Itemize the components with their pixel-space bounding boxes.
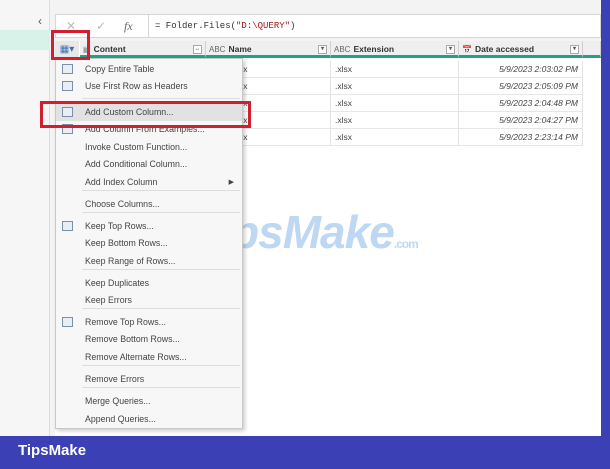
cell-date-accessed[interactable]: 5/9/2023 2:04:48 PM — [459, 95, 583, 112]
selected-query[interactable] — [0, 30, 50, 50]
menu-item-keep-bottom-rows[interactable]: Keep Bottom Rows... — [56, 235, 242, 252]
submenu-arrow-icon: ▶ — [228, 179, 234, 186]
column-label: Date accessed — [474, 44, 535, 54]
highlight-table-button — [51, 30, 90, 60]
menu-item-label: Copy Entire Table — [85, 64, 155, 74]
cell-extension[interactable]: .xlsx — [331, 112, 459, 129]
cell-name[interactable]: sx — [235, 78, 331, 95]
column-label: Name — [228, 44, 252, 54]
text-type-icon: ABC — [334, 45, 351, 54]
menu-item-label: Keep Errors — [85, 295, 132, 305]
queries-pane: ‹ — [0, 0, 50, 436]
collapse-pane-icon[interactable]: ‹ — [38, 14, 42, 28]
menu-item-add-index-column[interactable]: Add Index Column ▶ — [56, 174, 242, 191]
column-header-next[interactable] — [583, 41, 601, 58]
footer-brand: TipsMake — [18, 442, 87, 459]
cell-extension[interactable]: .xlsx — [331, 129, 459, 146]
menu-item-merge-queries[interactable]: Merge Queries... — [56, 393, 242, 410]
formula-input[interactable]: = Folder.Files("D:\QUERY") — [148, 15, 600, 37]
cell-extension[interactable]: .xlsx — [331, 61, 459, 78]
fx-icon[interactable]: fx — [124, 19, 133, 34]
menu-item-label: Keep Range of Rows... — [85, 256, 176, 266]
menu-item-label: Merge Queries... — [85, 396, 151, 406]
cell-name[interactable]: sx — [235, 61, 331, 78]
column-header-date-accessed[interactable]: 📅 Date accessed ▾ — [459, 41, 583, 58]
menu-item-label: Add Index Column — [85, 177, 158, 187]
formula-text: ) — [290, 21, 296, 31]
formula-string: "D:\QUERY" — [236, 21, 291, 31]
cell-extension[interactable]: .xlsx — [331, 95, 459, 112]
filter-dropdown-icon[interactable]: ▾ — [318, 45, 327, 54]
column-label: Extension — [353, 44, 395, 54]
menu-item-choose-columns[interactable]: Choose Columns... — [56, 196, 242, 213]
menu-item-label: Use First Row as Headers — [85, 81, 188, 91]
menu-item-icon — [62, 81, 73, 91]
filter-dropdown-icon[interactable]: ▾ — [570, 45, 579, 54]
menu-item-remove-bottom-rows[interactable]: Remove Bottom Rows... — [56, 331, 242, 348]
menu-item-label: Invoke Custom Function... — [85, 142, 188, 152]
cell-date-accessed[interactable]: 5/9/2023 2:04:27 PM — [459, 112, 583, 129]
filter-dropdown-icon[interactable]: ▾ — [446, 45, 455, 54]
menu-item-label: Append Queries... — [85, 414, 156, 424]
menu-item-label: Choose Columns... — [85, 199, 160, 209]
menu-item-label: Keep Duplicates — [85, 278, 150, 288]
menu-item-copy-entire-table[interactable]: Copy Entire Table — [56, 61, 242, 78]
formula-bar: ✕ ✓ fx = Folder.Files("D:\QUERY") — [55, 14, 601, 38]
menu-item-keep-top-rows[interactable]: Keep Top Rows... — [56, 218, 242, 235]
menu-item-label: Keep Bottom Rows... — [85, 238, 168, 248]
cell-name[interactable]: sx — [235, 129, 331, 146]
menu-item-icon — [62, 221, 73, 231]
column-header-content[interactable]: ▤ Content ↔ — [80, 41, 206, 58]
cell-date-accessed[interactable]: 5/9/2023 2:05:09 PM — [459, 78, 583, 95]
menu-item-invoke-custom-function[interactable]: Invoke Custom Function... — [56, 139, 242, 156]
menu-item-icon — [62, 64, 73, 74]
column-label: Content — [93, 44, 126, 54]
column-header-extension[interactable]: ABC Extension ▾ — [331, 41, 459, 58]
menu-item-append-queries[interactable]: Append Queries... — [56, 411, 242, 428]
menu-item-remove-errors[interactable]: Remove Errors — [56, 371, 242, 388]
formula-text: = Folder.Files( — [155, 21, 237, 31]
menu-item-add-conditional-column[interactable]: Add Conditional Column... — [56, 156, 242, 173]
menu-item-label: Remove Alternate Rows... — [85, 352, 187, 362]
menu-item-remove-top-rows[interactable]: Remove Top Rows... — [56, 314, 242, 331]
menu-item-label: Add Conditional Column... — [85, 159, 188, 169]
menu-separator — [82, 98, 240, 99]
menu-item-keep-range-of-rows[interactable]: Keep Range of Rows... — [56, 253, 242, 270]
cell-date-accessed[interactable]: 5/9/2023 2:03:02 PM — [459, 61, 583, 78]
menu-item-icon — [62, 317, 73, 327]
datetime-type-icon: 📅 — [462, 45, 472, 54]
text-type-icon: ABC — [209, 45, 226, 54]
power-query-editor: ‹ ✕ ✓ fx = Folder.Files("D:\QUERY") ▦▾ ▤… — [0, 0, 601, 436]
menu-item-label: Remove Top Rows... — [85, 317, 166, 327]
highlight-add-custom-column — [40, 101, 251, 128]
menu-item-keep-duplicates[interactable]: Keep Duplicates — [56, 275, 242, 292]
expand-icon[interactable]: ↔ — [193, 45, 202, 54]
cell-extension[interactable]: .xlsx — [331, 78, 459, 95]
menu-item-use-first-row-as-headers[interactable]: Use First Row as Headers — [56, 78, 242, 95]
menu-item-label: Remove Errors — [85, 374, 145, 384]
menu-item-remove-alternate-rows[interactable]: Remove Alternate Rows... — [56, 349, 242, 366]
column-header-name[interactable]: ABC Name ▾ — [206, 41, 331, 58]
confirm-icon[interactable]: ✓ — [96, 19, 106, 33]
menu-item-label: Keep Top Rows... — [85, 221, 154, 231]
menu-item-label: Remove Bottom Rows... — [85, 334, 180, 344]
menu-item-keep-errors[interactable]: Keep Errors — [56, 292, 242, 309]
cell-date-accessed[interactable]: 5/9/2023 2:23:14 PM — [459, 129, 583, 146]
